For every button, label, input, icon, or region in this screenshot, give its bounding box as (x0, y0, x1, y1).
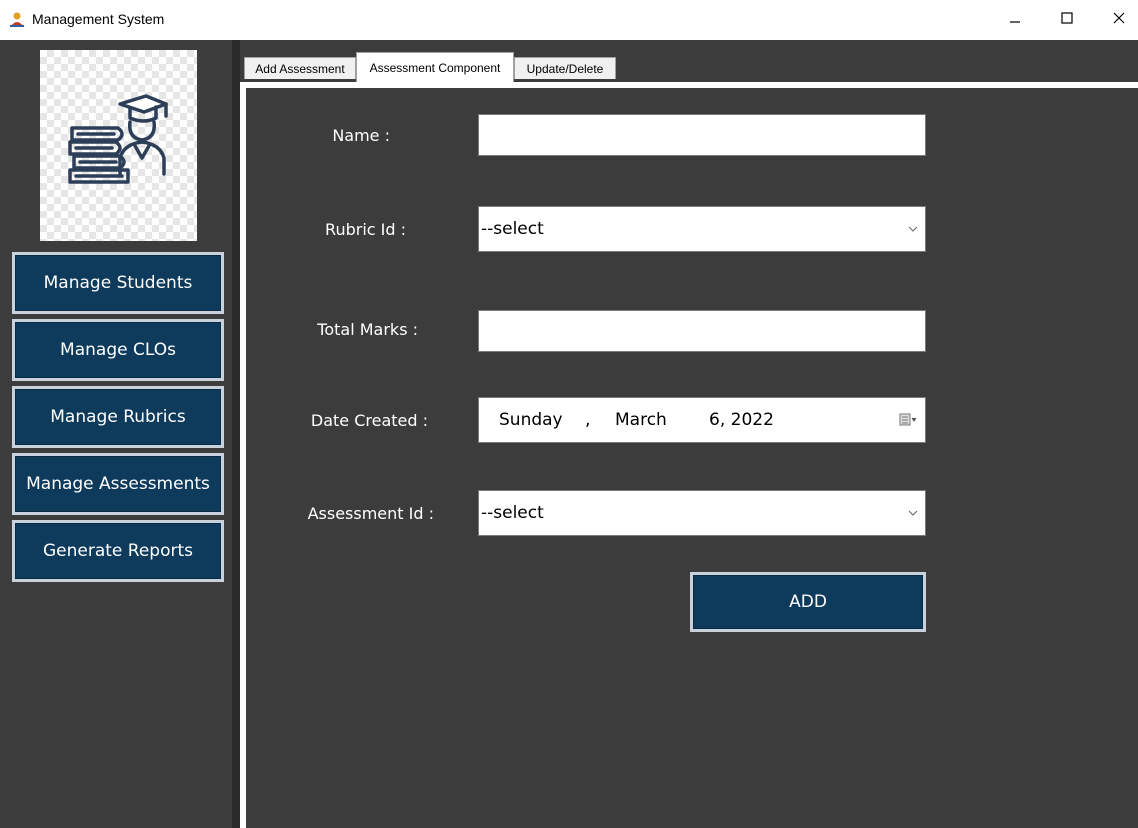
tab-update-delete[interactable]: Update/Delete (514, 57, 616, 79)
student-books-graduation-cap-icon (68, 94, 168, 184)
maximize-icon (1061, 12, 1073, 24)
date-separator: , (585, 410, 591, 430)
title-bar: Management System (0, 0, 1138, 40)
rubric-id-value: --select (481, 219, 544, 239)
assessment-id-value: --select (481, 503, 544, 523)
tab-panel: Name : Rubric Id : --select Total Marks … (240, 82, 1138, 828)
sidebar: Manage Students Manage CLOs Manage Rubri… (0, 40, 232, 828)
assessment-id-select[interactable]: --select (478, 490, 926, 536)
close-button[interactable] (1096, 0, 1138, 36)
rubric-id-label: Rubric Id : (325, 220, 406, 239)
date-created-label: Date Created : (310, 411, 428, 430)
form-area: Name : Rubric Id : --select Total Marks … (246, 88, 1138, 828)
splitter (232, 40, 240, 828)
date-day-year[interactable]: 6, 2022 (709, 410, 774, 430)
manage-assessments-button[interactable]: Manage Assessments (12, 453, 224, 515)
app-icon (8, 10, 26, 28)
generate-reports-button[interactable]: Generate Reports (12, 520, 224, 582)
tab-strip: Add Assessment Assessment Component Upda… (240, 40, 1138, 84)
tab-add-assessment[interactable]: Add Assessment (244, 57, 356, 79)
minimize-icon (1010, 21, 1020, 23)
chevron-down-icon (901, 510, 925, 516)
maximize-button[interactable] (1044, 0, 1090, 36)
total-marks-label: Total Marks : (317, 320, 418, 339)
calendar-dropdown-icon[interactable] (899, 412, 917, 431)
name-label: Name : (332, 126, 390, 145)
manage-clos-button[interactable]: Manage CLOs (12, 319, 224, 381)
add-button[interactable]: ADD (690, 572, 926, 632)
tab-assessment-component[interactable]: Assessment Component (356, 52, 514, 82)
assessment-id-label: Assessment Id : (307, 504, 434, 523)
logo (40, 50, 197, 241)
total-marks-input[interactable] (478, 310, 926, 352)
minimize-button[interactable] (992, 0, 1038, 36)
date-weekday[interactable]: Sunday (499, 410, 563, 430)
manage-students-button[interactable]: Manage Students (12, 252, 224, 314)
date-month[interactable]: March (615, 410, 667, 430)
rubric-id-select[interactable]: --select (478, 206, 926, 252)
chevron-down-icon (901, 226, 925, 232)
close-icon (1113, 12, 1125, 24)
date-created-picker[interactable]: Sunday , March 6, 2022 (478, 397, 926, 443)
name-input[interactable] (478, 114, 926, 156)
manage-rubrics-button[interactable]: Manage Rubrics (12, 386, 224, 448)
app-window: Management System Manage Students Manage… (0, 0, 1138, 828)
window-title: Management System (32, 11, 165, 27)
